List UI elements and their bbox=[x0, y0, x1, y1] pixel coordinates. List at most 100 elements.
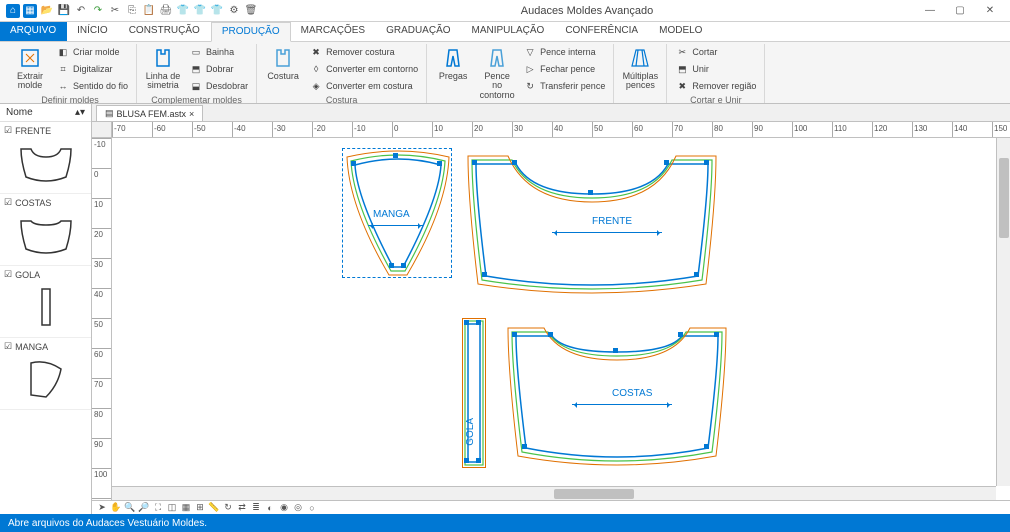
toggle2-tool[interactable]: ◎ bbox=[292, 502, 304, 514]
cortar-button[interactable]: ✂Cortar bbox=[673, 44, 758, 60]
toggle1-tool[interactable]: ◉ bbox=[278, 502, 290, 514]
fechar-pence-button[interactable]: ▷Fechar pence bbox=[521, 61, 607, 77]
open-icon[interactable]: 📂 bbox=[40, 4, 54, 18]
vertical-scrollbar[interactable] bbox=[996, 138, 1010, 486]
remover-regiao-button[interactable]: ✖Remover região bbox=[673, 78, 758, 94]
extrair-icon bbox=[18, 46, 42, 70]
home-icon[interactable]: ⌂ bbox=[6, 4, 20, 18]
extrair-molde-button[interactable]: Extrair molde bbox=[10, 44, 50, 93]
shirt2-icon[interactable]: 👕 bbox=[193, 4, 207, 18]
snap-tool[interactable]: ⊞ bbox=[194, 502, 206, 514]
canvas[interactable]: MANGA FRENTE bbox=[112, 138, 996, 486]
pants-icon bbox=[441, 46, 465, 70]
bainha-button[interactable]: ▭Bainha bbox=[187, 44, 250, 60]
save-icon[interactable]: 💾 bbox=[57, 4, 71, 18]
pieces-sidebar: Nome ▴▾ ☑FRENTE ☑COSTAS ☑GOLA bbox=[0, 104, 92, 514]
pointer-tool[interactable]: ➤ bbox=[96, 502, 108, 514]
pregas-button[interactable]: Pregas bbox=[433, 44, 473, 83]
toggle3-tool[interactable]: ○ bbox=[306, 502, 318, 514]
tab-modelo[interactable]: MODELO bbox=[649, 22, 713, 41]
zoom-out-tool[interactable]: 🔎 bbox=[138, 502, 150, 514]
grid-tool[interactable]: ▦ bbox=[180, 502, 192, 514]
maximize-button[interactable]: ▢ bbox=[946, 3, 974, 19]
canvas-piece-costas[interactable]: COSTAS bbox=[502, 318, 732, 468]
document-tabs: ▤ BLUSA FEM.astx × bbox=[92, 104, 1010, 122]
linha-simetria-button[interactable]: Linha de simetria bbox=[143, 44, 183, 93]
tab-construcao[interactable]: CONSTRUÇÃO bbox=[119, 22, 211, 41]
close-tab-icon[interactable]: × bbox=[189, 109, 194, 119]
pence-interna-button[interactable]: ▽Pence interna bbox=[521, 44, 607, 60]
remover-icon: ✖ bbox=[309, 45, 323, 59]
title-bar: ⌂ ▦ 📂 💾 ↶ ↷ ✂ ⎘ 📋 🖨 👕 👕 👕 ⚙ 🗑 Audaces Mo… bbox=[0, 0, 1010, 22]
piece-thumb bbox=[9, 210, 83, 260]
piece-thumb bbox=[9, 138, 83, 188]
minimize-button[interactable]: — bbox=[916, 3, 944, 19]
zoom-in-tool[interactable]: 🔍 bbox=[124, 502, 136, 514]
canvas-piece-manga[interactable]: MANGA bbox=[342, 148, 452, 278]
sort-icon[interactable]: ▴▾ bbox=[75, 107, 85, 118]
group-multiplas: Múltiplas pences bbox=[614, 44, 667, 103]
cortar-icon: ✂ bbox=[675, 45, 689, 59]
piece-thumb bbox=[9, 282, 83, 332]
unir-button[interactable]: ⬒Unir bbox=[673, 61, 758, 77]
remover-reg-icon: ✖ bbox=[675, 79, 689, 93]
tab-graduacao[interactable]: GRADUAÇÃO bbox=[376, 22, 461, 41]
tab-inicio[interactable]: INÍCIO bbox=[67, 22, 119, 41]
dobrar-button[interactable]: ⬒Dobrar bbox=[187, 61, 250, 77]
tab-producao[interactable]: PRODUÇÃO bbox=[211, 22, 291, 42]
transferir-pence-button[interactable]: ↻Transferir pence bbox=[521, 78, 607, 94]
paste-icon[interactable]: 📋 bbox=[142, 4, 156, 18]
costura-button[interactable]: Costura bbox=[263, 44, 303, 83]
sidebar-header[interactable]: Nome ▴▾ bbox=[0, 104, 91, 122]
cut-icon[interactable]: ✂ bbox=[108, 4, 122, 18]
zoom-fit-tool[interactable]: ⛶ bbox=[152, 502, 164, 514]
mirror-tool[interactable]: ⇄ bbox=[236, 502, 248, 514]
tab-marcacoes[interactable]: MARCAÇÕES bbox=[291, 22, 376, 41]
work-area: ▤ BLUSA FEM.astx × -70-60-50-40-30-20-10… bbox=[92, 104, 1010, 514]
canvas-wrap: -70-60-50-40-30-20-100102030405060708090… bbox=[92, 122, 1010, 514]
desdobrar-button[interactable]: ⬓Desdobrar bbox=[187, 78, 250, 94]
checkbox-icon[interactable]: ☑ bbox=[4, 125, 12, 136]
new-icon[interactable]: ▦ bbox=[23, 4, 37, 18]
remover-costura-button[interactable]: ✖Remover costura bbox=[307, 44, 420, 60]
fechar-icon: ▷ bbox=[523, 62, 537, 76]
piece-item-manga[interactable]: ☑MANGA bbox=[0, 338, 91, 410]
rotate-tool[interactable]: ↻ bbox=[222, 502, 234, 514]
piece-item-gola[interactable]: ☑GOLA bbox=[0, 266, 91, 338]
pence-contorno-button[interactable]: Pence no contorno bbox=[477, 44, 517, 102]
sentido-fio-button[interactable]: ↔Sentido do fio bbox=[54, 78, 130, 94]
shirt1-icon[interactable]: 👕 bbox=[176, 4, 190, 18]
digitalizar-button[interactable]: ⌗Digitalizar bbox=[54, 61, 130, 77]
undo-icon[interactable]: ↶ bbox=[74, 4, 88, 18]
checkbox-icon[interactable]: ☑ bbox=[4, 269, 12, 280]
checkbox-icon[interactable]: ☑ bbox=[4, 197, 12, 208]
close-button[interactable]: ✕ bbox=[976, 3, 1004, 19]
canvas-piece-frente[interactable]: FRENTE bbox=[462, 146, 722, 296]
tab-manipulacao[interactable]: MANIPULAÇÃO bbox=[462, 22, 556, 41]
shirt3-icon[interactable]: 👕 bbox=[210, 4, 224, 18]
bottom-toolbar: ➤ ✋ 🔍 🔎 ⛶ ◫ ▦ ⊞ 📏 ↻ ⇄ ≣ ◐ ◉ ◎ ○ bbox=[92, 500, 1010, 514]
hand-tool[interactable]: ✋ bbox=[110, 502, 122, 514]
layer-tool[interactable]: ≣ bbox=[250, 502, 262, 514]
color-tool[interactable]: ◐ bbox=[264, 502, 276, 514]
delete-icon[interactable]: 🗑 bbox=[244, 4, 258, 18]
zoom-sel-tool[interactable]: ◫ bbox=[166, 502, 178, 514]
tab-conferencia[interactable]: CONFERÊNCIA bbox=[555, 22, 649, 41]
config-icon[interactable]: ⚙ bbox=[227, 4, 241, 18]
redo-icon[interactable]: ↷ bbox=[91, 4, 105, 18]
criar-molde-button[interactable]: ◧Criar molde bbox=[54, 44, 130, 60]
piece-item-costas[interactable]: ☑COSTAS bbox=[0, 194, 91, 266]
sentido-icon: ↔ bbox=[56, 79, 70, 93]
print-icon[interactable]: 🖨 bbox=[159, 4, 173, 18]
multiplas-pences-button[interactable]: Múltiplas pences bbox=[620, 44, 660, 93]
checkbox-icon[interactable]: ☑ bbox=[4, 341, 12, 352]
piece-item-frente[interactable]: ☑FRENTE bbox=[0, 122, 91, 194]
horizontal-scrollbar[interactable] bbox=[112, 486, 996, 500]
copy-icon[interactable]: ⎘ bbox=[125, 4, 139, 18]
converter-costura-button[interactable]: ◈Converter em costura bbox=[307, 78, 420, 94]
document-tab[interactable]: ▤ BLUSA FEM.astx × bbox=[96, 105, 203, 121]
converter-contorno-button[interactable]: ◊Converter em contorno bbox=[307, 61, 420, 77]
tab-arquivo[interactable]: ARQUIVO bbox=[0, 22, 67, 41]
measure-tool[interactable]: 📏 bbox=[208, 502, 220, 514]
canvas-piece-gola[interactable]: GOLA bbox=[462, 318, 486, 468]
